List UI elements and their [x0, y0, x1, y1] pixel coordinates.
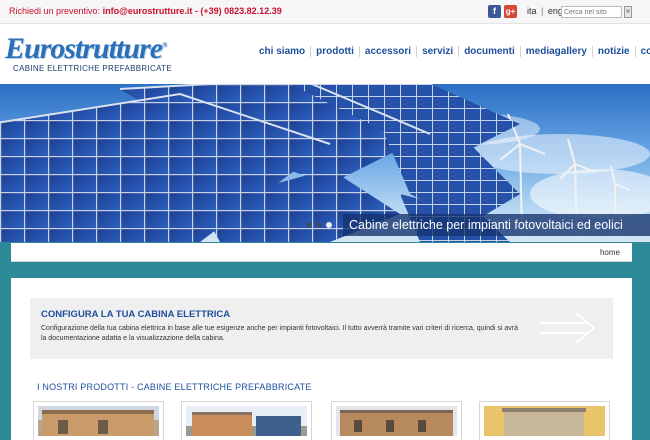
logo[interactable]: Eurostrutture® CABINE ELETTRICHE PREFABB…: [5, 30, 172, 74]
nav-mediagallery[interactable]: mediagallery: [519, 46, 592, 57]
search-input[interactable]: [561, 6, 622, 18]
nav-documenti[interactable]: documenti: [458, 46, 520, 57]
product-image-1: [38, 406, 159, 436]
lang-italian[interactable]: ita: [527, 6, 537, 16]
breadcrumb: home: [11, 243, 632, 262]
nav-contatti[interactable]: contatti: [634, 46, 650, 57]
site-header: Eurostrutture® CABINE ELETTRICHE PREFABB…: [0, 24, 650, 84]
logo-subtitle: CABINE ELETTRICHE PREFABBRICATE: [13, 64, 172, 73]
product-card-1[interactable]: [33, 401, 164, 440]
email-link[interactable]: info@eurostrutture.it: [103, 6, 193, 16]
nav-notizie[interactable]: notizie: [591, 46, 635, 57]
nav-prodotti[interactable]: prodotti: [310, 46, 359, 57]
product-image-3: [336, 406, 457, 436]
configure-text: Configurazione della tua cabina elettric…: [41, 325, 519, 342]
google-plus-icon[interactable]: g+: [504, 5, 517, 18]
main-nav: chi siamo prodotti accessori servizi doc…: [254, 46, 650, 57]
cabin-image: [38, 406, 159, 436]
quote-request: Richiedi un preventivo: info@eurostruttu…: [9, 6, 282, 16]
banner-caption: Cabine elettriche per impianti fotovolta…: [343, 214, 650, 236]
top-bar: Richiedi un preventivo: info@eurostruttu…: [0, 0, 650, 24]
nav-chi-siamo[interactable]: chi siamo: [254, 46, 310, 57]
configure-cabin-box[interactable]: CONFIGURA LA TUA CABINA ELETTRICA Config…: [30, 298, 613, 359]
product-card-2[interactable]: [181, 401, 312, 440]
configure-title[interactable]: CONFIGURA LA TUA CABINA ELETTRICA: [41, 309, 230, 320]
slider-dot-3[interactable]: [326, 222, 332, 228]
search-button[interactable]: »: [624, 6, 632, 18]
nav-accessori[interactable]: accessori: [358, 46, 416, 57]
product-image-2: [186, 406, 307, 436]
lang-separator: |: [541, 6, 544, 16]
cabin-image: [336, 406, 457, 436]
cabin-image: [186, 406, 307, 436]
product-image-4: [484, 406, 605, 436]
products-title: I NOSTRI PRODOTTI - CABINE ELETTRICHE PR…: [37, 382, 312, 392]
quote-label: Richiedi un preventivo:: [9, 6, 101, 16]
product-card-3[interactable]: [331, 401, 462, 440]
cabin-image: [484, 406, 605, 436]
logo-wordmark: Eurostrutture: [5, 32, 163, 65]
slider-dots: [306, 222, 332, 228]
arrow-right-icon[interactable]: [536, 310, 600, 346]
contact-separator: -: [194, 6, 198, 16]
language-switch: ita | eng: [527, 6, 563, 16]
registered-mark: ®: [162, 41, 167, 49]
logo-text: Eurostrutture®: [5, 30, 172, 64]
product-card-4[interactable]: [479, 401, 610, 440]
facebook-icon[interactable]: f: [488, 5, 501, 18]
phone-number[interactable]: (+39) 0823.82.12.39: [200, 6, 281, 16]
main-content: CONFIGURA LA TUA CABINA ELETTRICA Config…: [11, 278, 632, 440]
nav-servizi[interactable]: servizi: [416, 46, 458, 57]
slider-dot-2[interactable]: [316, 222, 322, 228]
breadcrumb-home[interactable]: home: [600, 248, 620, 257]
slider-dot-1[interactable]: [306, 222, 312, 228]
